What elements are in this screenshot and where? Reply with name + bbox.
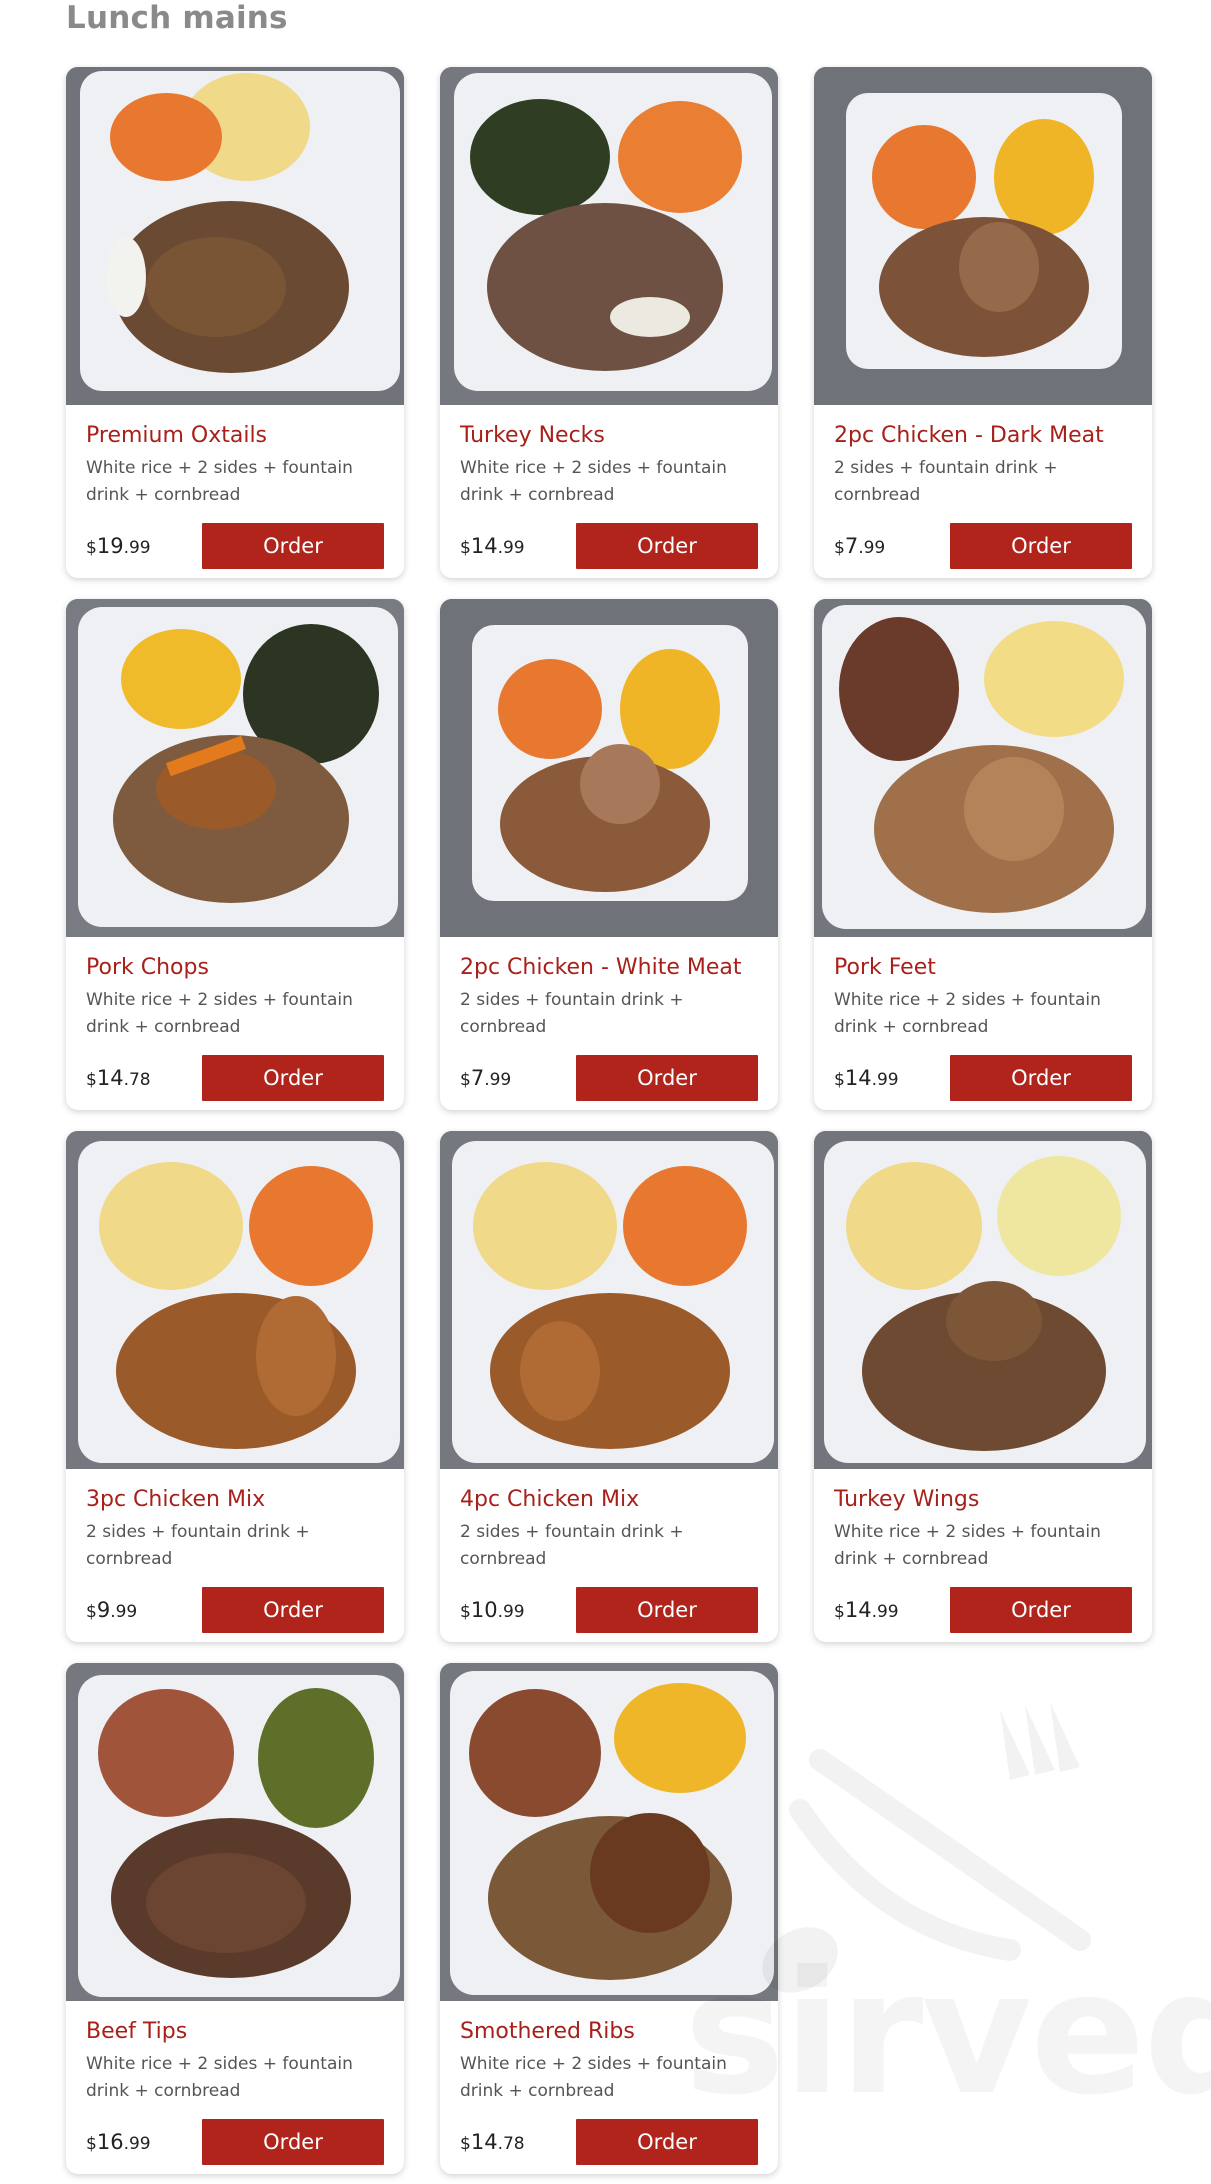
- order-button[interactable]: Order: [202, 2119, 384, 2165]
- item-description: White rice + 2 sides + fountain drink + …: [460, 458, 727, 505]
- section-title: Lunch mains: [66, 0, 288, 36]
- price-dollars: 14: [844, 1598, 872, 1622]
- item-price: $9.99: [86, 1598, 137, 1622]
- food-photo[interactable]: [66, 1131, 404, 1469]
- item-price: $14.78: [86, 1066, 151, 1090]
- menu-grid: Premium Oxtails White rice + 2 sides + f…: [66, 67, 1152, 2174]
- price-dollars: 14: [470, 534, 498, 558]
- menu-item-card[interactable]: Pork Feet White rice + 2 sides + fountai…: [814, 599, 1152, 1110]
- item-price: $14.99: [834, 1598, 899, 1622]
- food-photo[interactable]: [814, 599, 1152, 937]
- price-dollars: 9: [96, 1598, 111, 1622]
- price-currency: $: [460, 1602, 471, 1622]
- food-photo[interactable]: [814, 67, 1152, 405]
- item-price: $10.99: [460, 1598, 525, 1622]
- item-description: 2 sides + fountain drink + cornbread: [460, 990, 684, 1037]
- price-cents: .99: [497, 1602, 525, 1622]
- food-photo[interactable]: [814, 1131, 1152, 1469]
- menu-item-card[interactable]: 4pc Chicken Mix 2 sides + fountain drink…: [440, 1131, 778, 1642]
- food-photo[interactable]: [440, 67, 778, 405]
- item-name: Beef Tips: [86, 2019, 188, 2044]
- item-description: White rice + 2 sides + fountain drink + …: [86, 458, 353, 505]
- item-name: Turkey Necks: [460, 423, 605, 448]
- price-dollars: 7: [470, 1066, 485, 1090]
- order-button[interactable]: Order: [950, 1587, 1132, 1633]
- food-photo[interactable]: [66, 599, 404, 937]
- item-name: 2pc Chicken - Dark Meat: [834, 423, 1104, 448]
- price-currency: $: [86, 2134, 97, 2154]
- menu-item-card[interactable]: Beef Tips White rice + 2 sides + fountai…: [66, 1663, 404, 2174]
- price-cents: .99: [123, 538, 151, 558]
- price-currency: $: [834, 1602, 845, 1622]
- price-currency: $: [460, 1070, 471, 1090]
- menu-item-card[interactable]: 2pc Chicken - Dark Meat 2 sides + founta…: [814, 67, 1152, 578]
- item-price: $7.99: [834, 534, 885, 558]
- price-dollars: 14: [96, 1066, 124, 1090]
- order-button[interactable]: Order: [202, 1055, 384, 1101]
- price-cents: .99: [871, 1070, 899, 1090]
- item-description: 2 sides + fountain drink + cornbread: [86, 1522, 310, 1569]
- item-description: White rice + 2 sides + fountain drink + …: [86, 990, 353, 1037]
- menu-item-card[interactable]: 3pc Chicken Mix 2 sides + fountain drink…: [66, 1131, 404, 1642]
- item-description: White rice + 2 sides + fountain drink + …: [834, 1522, 1101, 1569]
- price-dollars: 7: [844, 534, 859, 558]
- price-currency: $: [460, 538, 471, 558]
- menu-item-card[interactable]: Pork Chops White rice + 2 sides + founta…: [66, 599, 404, 1110]
- price-dollars: 14: [470, 2130, 498, 2154]
- item-description: 2 sides + fountain drink + cornbread: [460, 1522, 684, 1569]
- order-button[interactable]: Order: [576, 523, 758, 569]
- price-dollars: 14: [844, 1066, 872, 1090]
- item-description: 2 sides + fountain drink + cornbread: [834, 458, 1058, 505]
- menu-item-card[interactable]: Turkey Necks White rice + 2 sides + foun…: [440, 67, 778, 578]
- item-name: 4pc Chicken Mix: [460, 1487, 640, 1512]
- order-button[interactable]: Order: [202, 523, 384, 569]
- menu-item-card[interactable]: Premium Oxtails White rice + 2 sides + f…: [66, 67, 404, 578]
- price-currency: $: [834, 1070, 845, 1090]
- order-button[interactable]: Order: [950, 523, 1132, 569]
- item-description: White rice + 2 sides + fountain drink + …: [86, 2054, 353, 2101]
- order-button[interactable]: Order: [576, 1055, 758, 1101]
- food-photo[interactable]: [66, 67, 404, 405]
- price-dollars: 16: [96, 2130, 124, 2154]
- food-photo[interactable]: [440, 1131, 778, 1469]
- item-price: $19.99: [86, 534, 151, 558]
- price-dollars: 19: [96, 534, 124, 558]
- item-price: $14.99: [834, 1066, 899, 1090]
- item-name: Pork Chops: [86, 955, 209, 980]
- item-name: 2pc Chicken - White Meat: [460, 955, 742, 980]
- price-cents: .78: [497, 2134, 525, 2154]
- price-currency: $: [86, 538, 97, 558]
- order-button[interactable]: Order: [576, 1587, 758, 1633]
- order-button[interactable]: Order: [202, 1587, 384, 1633]
- price-currency: $: [86, 1070, 97, 1090]
- food-photo[interactable]: [440, 599, 778, 937]
- item-description: White rice + 2 sides + fountain drink + …: [834, 990, 1101, 1037]
- price-cents: .99: [110, 1602, 138, 1622]
- order-button[interactable]: Order: [950, 1055, 1132, 1101]
- menu-item-card[interactable]: 2pc Chicken - White Meat 2 sides + fount…: [440, 599, 778, 1110]
- menu-item-card[interactable]: Turkey Wings White rice + 2 sides + foun…: [814, 1131, 1152, 1642]
- price-cents: .99: [123, 2134, 151, 2154]
- price-currency: $: [86, 1602, 97, 1622]
- item-price: $7.99: [460, 1066, 511, 1090]
- price-cents: .78: [123, 1070, 151, 1090]
- price-cents: .99: [871, 1602, 899, 1622]
- price-dollars: 10: [470, 1598, 498, 1622]
- price-currency: $: [460, 2134, 471, 2154]
- item-name: Pork Feet: [834, 955, 936, 980]
- price-currency: $: [834, 538, 845, 558]
- item-price: $14.78: [460, 2130, 525, 2154]
- sirved-watermark: sirved: [684, 1935, 1211, 2133]
- price-cents: .99: [858, 538, 886, 558]
- item-name: Premium Oxtails: [86, 423, 268, 448]
- item-name: 3pc Chicken Mix: [86, 1487, 266, 1512]
- item-price: $14.99: [460, 534, 525, 558]
- food-photo[interactable]: [66, 1663, 404, 2001]
- item-price: $16.99: [86, 2130, 151, 2154]
- price-cents: .99: [484, 1070, 512, 1090]
- price-cents: .99: [497, 538, 525, 558]
- item-name: Turkey Wings: [834, 1487, 980, 1512]
